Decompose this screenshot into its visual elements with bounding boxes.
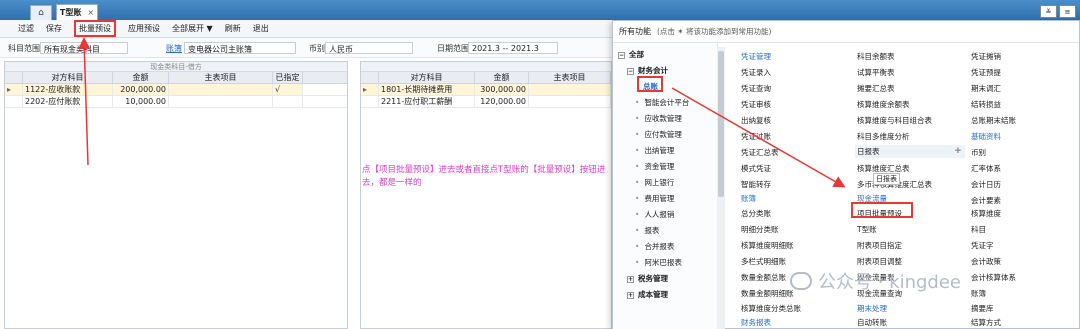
arrow-to-toolbar: [78, 37, 91, 166]
annotation-arrows: [78, 37, 846, 188]
arrow-to-menu-item: [671, 87, 846, 188]
